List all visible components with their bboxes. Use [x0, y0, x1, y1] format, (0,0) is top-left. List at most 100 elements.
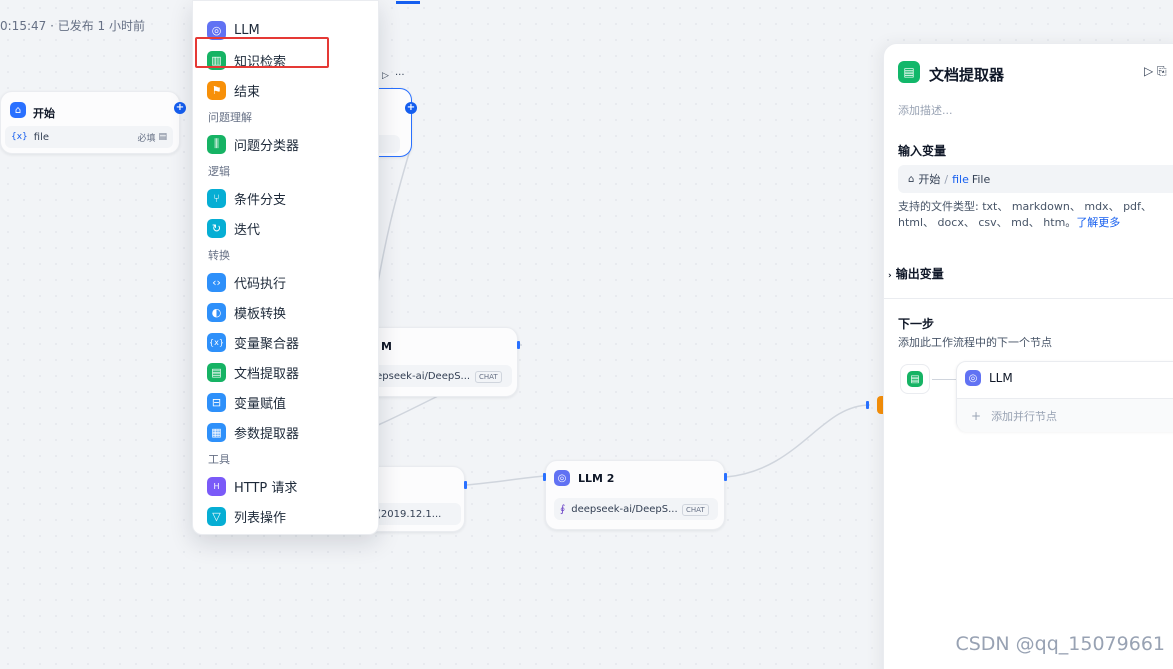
deepseek-icon: ∮	[560, 503, 566, 515]
input-source: 开始	[918, 173, 941, 186]
llm-icon: ◎	[965, 370, 981, 386]
highlight-box	[195, 37, 329, 68]
menu-item-label: HTTP 请求	[234, 480, 298, 496]
menu-item[interactable]: ◐ 模板转换	[207, 299, 286, 325]
menu-item[interactable]: H HTTP 请求	[207, 473, 297, 499]
add-node-plus-button-2[interactable]: +	[405, 102, 417, 114]
llm-model-name: eepseek-ai/DeepS...	[370, 370, 471, 382]
menu-item-label: 变量赋值	[234, 396, 287, 412]
chat-tag: CHAT	[475, 371, 502, 383]
menu-item[interactable]: ▦ 参数提取器	[207, 419, 299, 445]
menu-item[interactable]: ▤ 文档提取器	[207, 359, 299, 385]
panel-title: 文档提取器	[929, 66, 1005, 84]
menu-item-label: 迭代	[234, 222, 261, 238]
doc-extract-icon: ▤	[907, 371, 923, 387]
home-icon: ⌂	[908, 173, 915, 185]
bottom-node-row: (2019.12.1...	[371, 503, 461, 525]
assign-icon: ⊟	[207, 392, 226, 412]
home-icon: ⌂	[10, 102, 26, 118]
next-section-title: 下一步	[898, 317, 935, 331]
run-node-icon[interactable]: ▷	[382, 71, 389, 81]
bottom-node-handle[interactable]	[464, 481, 467, 489]
loop-icon: ↻	[207, 218, 226, 238]
llm2-left-handle[interactable]	[543, 473, 546, 481]
add-parallel-label: 添加并行节点	[991, 409, 1058, 423]
next-node-card[interactable]: ◎ LLM + 添加并行节点	[956, 361, 1173, 432]
next-node-row[interactable]: ◎ LLM	[965, 370, 1013, 386]
section-divider	[884, 298, 1173, 299]
publish-status: 0:15:47 · 已发布 1 小时前	[0, 19, 145, 33]
file-icon: ▤	[158, 132, 167, 142]
menu-category: 工具	[208, 453, 230, 466]
doc-extract-icon: ▤	[898, 61, 920, 83]
http-icon: H	[207, 476, 226, 496]
llm-node-title: M	[381, 340, 392, 353]
menu-category: 转换	[208, 249, 230, 262]
branch-icon: ⑂	[207, 188, 226, 208]
template-icon: ◐	[207, 302, 226, 322]
input-variable-selector[interactable]: ⌂ 开始 / file File	[898, 165, 1173, 193]
target-node-handle[interactable]	[866, 401, 869, 409]
menu-item[interactable]: ⑂ 条件分支	[207, 185, 286, 211]
variable-icon: {x}	[207, 332, 226, 352]
plus-icon: +	[971, 408, 982, 423]
llm2-model-name: deepseek-ai/DeepS...	[571, 503, 678, 515]
input-var: file	[952, 172, 969, 186]
start-var-name: file	[33, 131, 50, 143]
next-section-subtitle: 添加此工作流程中的下一个节点	[898, 336, 1052, 349]
required-label: 必填	[137, 133, 156, 144]
watermark: CSDN @qq_15079661	[955, 633, 1165, 655]
classifier-icon: ⫼	[207, 134, 226, 154]
connector-line	[932, 379, 956, 380]
next-node-label: LLM	[989, 371, 1013, 385]
menu-item[interactable]: {x} 变量聚合器	[207, 329, 299, 355]
flag-icon: ⚑	[207, 80, 226, 100]
add-parallel-node-button[interactable]: + 添加并行节点	[957, 398, 1173, 432]
menu-item-label: 文档提取器	[234, 366, 300, 382]
output-section-toggle[interactable]: › 输出变量	[888, 265, 944, 282]
menu-item-label: 参数提取器	[234, 426, 300, 442]
menu-item-label: 变量聚合器	[234, 336, 300, 352]
menu-category: 逻辑	[208, 165, 230, 178]
menu-item-label: 代码执行	[234, 276, 287, 292]
input-type: File	[971, 172, 991, 186]
llm2-right-handle[interactable]	[724, 473, 727, 481]
input-separator: /	[944, 172, 949, 186]
menu-item[interactable]: ⚑ 结束	[207, 77, 260, 103]
code-icon: ‹›	[207, 272, 226, 292]
llm-node-handle[interactable]	[517, 341, 520, 349]
menu-item[interactable]: ‹› 代码执行	[207, 269, 286, 295]
menu-item-label: LLM	[234, 22, 260, 38]
start-node-title: 开始	[33, 107, 55, 120]
learn-more-link[interactable]: 了解更多	[1076, 216, 1120, 229]
llm-node[interactable]: M eepseek-ai/DeepS... CHAT	[355, 327, 518, 397]
doc-extractor-panel: ▤ 文档提取器 ▷ ⎘ 添加描述... 输入变量 ⌂ 开始 / file Fil…	[883, 43, 1173, 669]
menu-item-label: 列表操作	[234, 510, 287, 526]
llm-icon: ◎	[554, 470, 570, 486]
add-node-plus-button[interactable]: +	[174, 102, 186, 114]
menu-active-tab-indicator	[396, 1, 420, 4]
bottom-node-text: (2019.12.1...	[377, 508, 442, 520]
menu-item-label: 模板转换	[234, 306, 287, 322]
run-icon[interactable]: ▷ ⎘	[1144, 64, 1167, 79]
menu-item[interactable]: ↻ 迭代	[207, 215, 260, 241]
menu-item[interactable]: ▽ 列表操作	[207, 503, 286, 529]
menu-item[interactable]: ⫼ 问题分类器	[207, 131, 299, 157]
menu-item[interactable]: ⊟ 变量赋值	[207, 389, 286, 415]
menu-category: 问题理解	[208, 111, 252, 124]
llm2-node[interactable]: ◎ LLM 2 ∮ deepseek-ai/DeepS... CHAT	[545, 460, 725, 530]
llm2-node-title: LLM 2	[578, 472, 615, 485]
menu-item-label: 条件分支	[234, 192, 287, 208]
more-icon[interactable]: ···	[395, 70, 405, 81]
supported-file-types: 支持的文件类型: txt、 markdown、 mdx、 pdf、 html、 …	[898, 199, 1173, 231]
param-icon: ▦	[207, 422, 226, 442]
chevron-right-icon: ›	[888, 271, 892, 281]
filter-icon: ▽	[207, 506, 226, 526]
start-var-row: {x} file 必填 ▤	[5, 126, 173, 148]
description-input[interactable]: 添加描述...	[898, 102, 953, 118]
start-node[interactable]: ⌂ 开始 {x} file 必填 ▤	[0, 91, 180, 154]
chat-tag: CHAT	[682, 504, 709, 516]
block-selector-menu: ◎ LLM ▥ 知识检索 ⚑ 结束 问题理解 ⫼ 问题分类器 逻辑 ⑂ 条件分支 ↻ 迭代 转换 ‹› 代码执行…	[192, 0, 420, 535]
output-section-title: 输出变量	[895, 267, 944, 281]
menu-item-label: 结束	[234, 84, 261, 100]
